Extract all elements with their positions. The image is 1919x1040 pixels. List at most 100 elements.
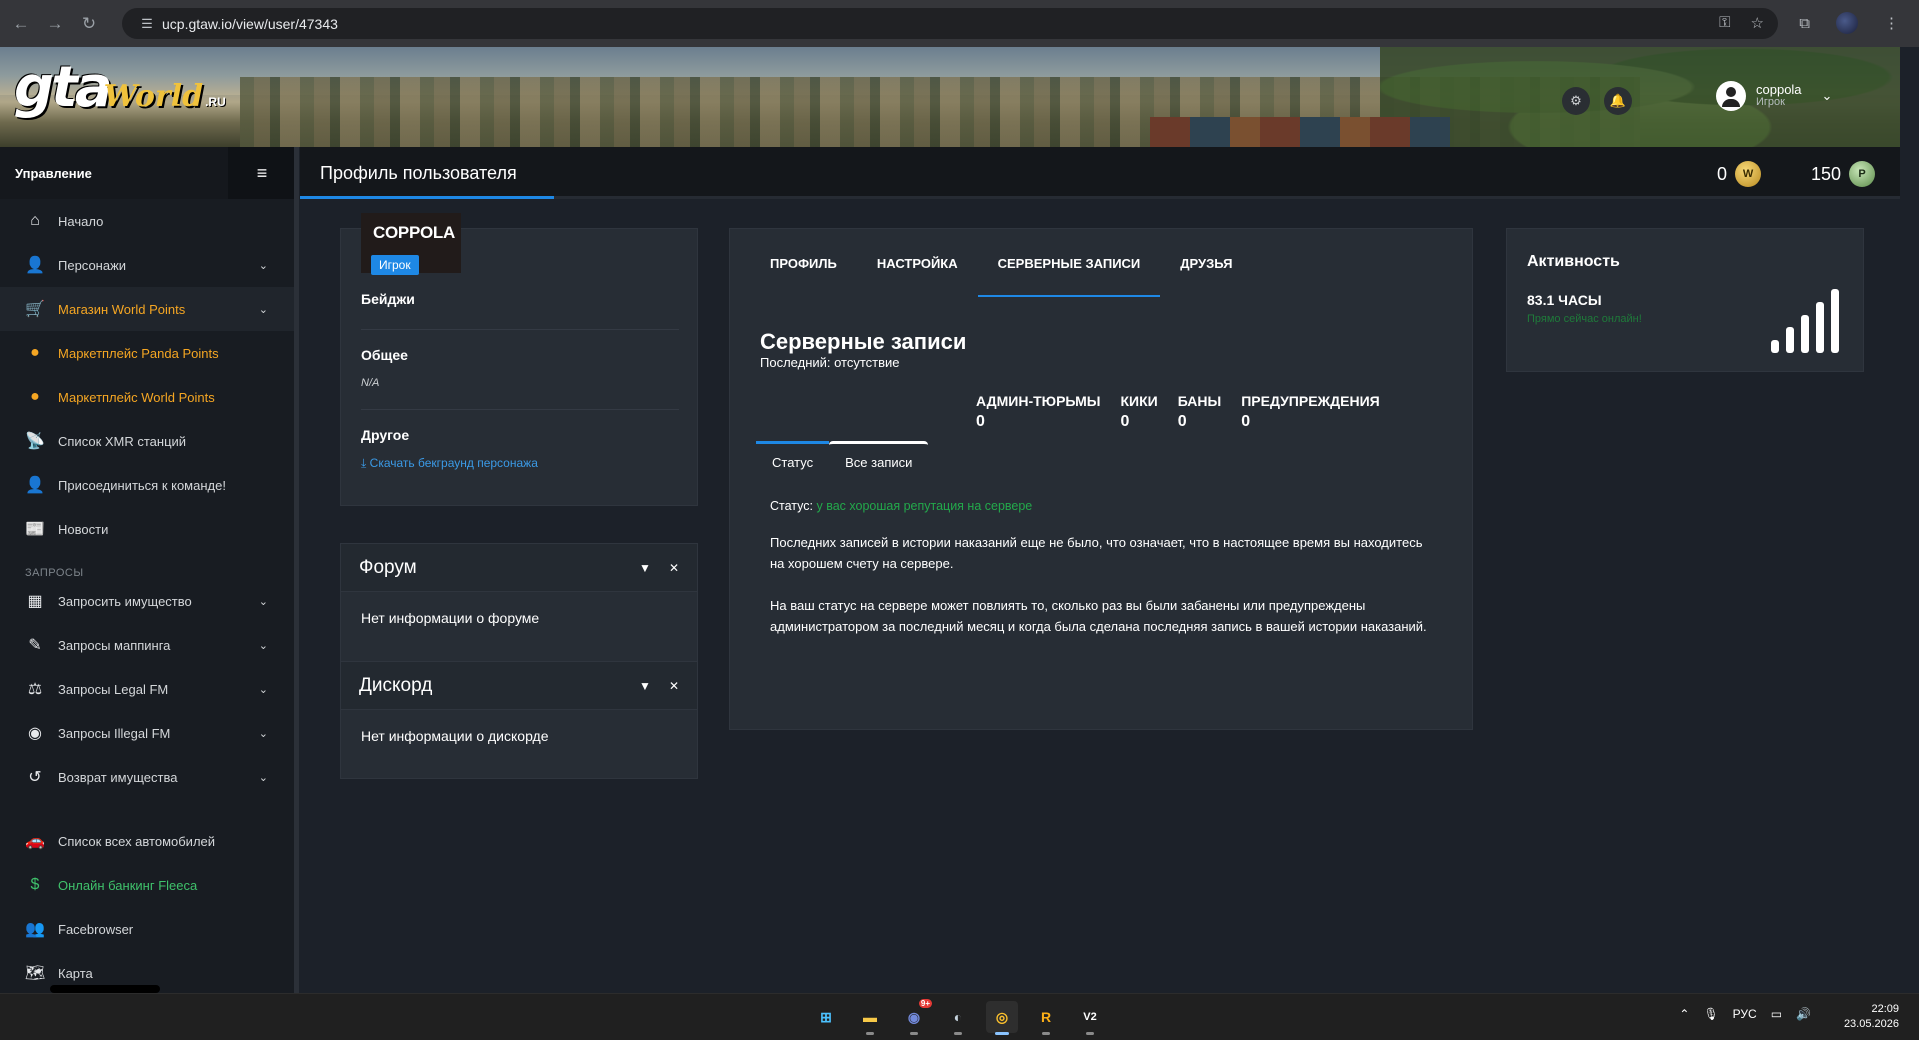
sidebar-item-characters[interactable]: 👤 Персонажи ⌄ [0, 243, 296, 287]
banner-containers [1150, 117, 1450, 147]
sidebar-item-xmr-stations[interactable]: 📡 Список XMR станций [0, 419, 296, 463]
stat-bans: БАНЫ 0 [1177, 393, 1222, 430]
chevron-down-icon[interactable]: ⌄ [1822, 88, 1833, 104]
mask-icon: ◉ [28, 725, 42, 742]
sidebar-item-legal-fm[interactable]: ⚖ Запросы Legal FM ⌄ [0, 667, 296, 711]
site-logo[interactable]: gta World .RU [14, 55, 226, 139]
sidebar-item-world-points-shop[interactable]: 🛒 Магазин World Points ⌄ [0, 287, 296, 331]
page-scrollbar[interactable] [1900, 47, 1919, 993]
sidebar-item-fleeca-banking[interactable]: $ Онлайн банкинг Fleeca [0, 863, 296, 907]
discord-icon[interactable]: ◉ 9+ [898, 999, 932, 1035]
divider [361, 329, 679, 330]
taskbar-clock[interactable]: 22:09 23.05.2026 [1844, 1002, 1899, 1032]
sidebar-item-world-marketplace[interactable]: ● Маркетплейс World Points [0, 375, 296, 419]
tab-settings[interactable]: НАСТРОЙКА [857, 229, 978, 297]
discord-body: Нет информации о дискорде [361, 728, 549, 744]
sidebar-item-all-vehicles[interactable]: 🚗 Список всех автомобилей [0, 819, 296, 863]
notification-bell-icon[interactable]: 🔔 [1604, 87, 1632, 115]
activity-title: Активность [1527, 253, 1620, 270]
site-settings-icon[interactable]: ☰ [132, 16, 162, 32]
title-underline [300, 196, 554, 199]
home-icon: ⌂ [30, 212, 40, 229]
signal-bar [1816, 302, 1824, 353]
sidebar-item-panda-marketplace[interactable]: ● Маркетплейс Panda Points [0, 331, 296, 375]
v2-app-icon[interactable]: V2 [1074, 1001, 1106, 1035]
collapse-caret-icon[interactable]: ▼ [639, 561, 651, 575]
subtab-all-records[interactable]: Все записи [829, 441, 929, 481]
url-text[interactable]: ucp.gtaw.io/view/user/47343 [162, 16, 338, 32]
panda-points-coin-icon: P [1849, 161, 1876, 187]
chevron-down-icon: ⌄ [258, 595, 268, 608]
page-title: Профиль пользователя [320, 163, 517, 183]
world-points-counter: 0 W [1717, 161, 1762, 187]
windows-start-icon[interactable]: ⊞ [810, 1001, 842, 1033]
discord-badge: 9+ [918, 999, 932, 1008]
close-icon[interactable]: ✕ [669, 561, 679, 575]
rockstar-icon[interactable]: R [1030, 1001, 1062, 1035]
status-line: Статус: у вас хорошая репутация на серве… [770, 499, 1033, 513]
cart-icon: 🛒 [25, 301, 45, 318]
sidebar-item-facebrowser[interactable]: 👥 Facebrowser [0, 907, 296, 951]
sidebar-item-home[interactable]: ⌂ Начало [0, 199, 296, 243]
other-heading: Другое [361, 427, 410, 443]
address-bar[interactable]: ☰ ucp.gtaw.io/view/user/47343 ⚿ ☆ [122, 8, 1778, 39]
sidebar-scrollbar[interactable] [294, 147, 299, 993]
stat-admin-jails: АДМИН-ТЮРЬМЫ 0 [976, 393, 1101, 430]
hamburger-menu-icon[interactable]: ≡ [228, 147, 296, 199]
download-icon: ⤓ [361, 456, 367, 470]
discord-card: Дискорд ▼ ✕ Нет информации о дискорде [340, 661, 698, 779]
collapse-caret-icon[interactable]: ▼ [639, 679, 651, 693]
forum-card: Форум ▼ ✕ Нет информации о форуме [340, 543, 698, 663]
tray-expand-icon[interactable]: ⌃ [1679, 1007, 1689, 1021]
steam-icon[interactable]: ◐ [942, 1001, 974, 1035]
user-role: Игрок [1756, 96, 1785, 108]
browser-menu-icon[interactable]: ⋮ [1884, 14, 1899, 32]
user-menu[interactable]: coppola Игрок ⌄ [1716, 81, 1832, 111]
role-badge: Игрок [371, 255, 419, 275]
chevron-down-icon: ⌄ [258, 771, 268, 784]
chevron-down-icon: ⌄ [258, 259, 268, 272]
antenna-icon: 📡 [25, 433, 45, 450]
os-taskbar: ⊞ ▬ ◉ 9+ ◐ ◎ R V2 ⌃ 🎙 РУС ▭ 🔊 22:09 23.05… [0, 993, 1919, 1040]
back-icon[interactable]: ← [8, 11, 34, 37]
activity-card: Активность 83.1 ЧАСЫ Прямо сейчас онлайн… [1506, 228, 1864, 372]
sidebar-item-mapping-requests[interactable]: ✎ Запросы маппинга ⌄ [0, 623, 296, 667]
sidebar-title: Управление [15, 165, 92, 181]
sidebar-item-request-property[interactable]: ▦ Запросить имущество ⌄ [0, 579, 296, 623]
microphone-icon[interactable]: 🎙 [1703, 1007, 1718, 1021]
chevron-down-icon: ⌄ [258, 639, 268, 652]
network-icon[interactable]: ▭ [1771, 1007, 1782, 1021]
discord-title: Дискорд [359, 674, 433, 696]
chrome-icon[interactable]: ◎ [986, 1001, 1018, 1035]
settings-gear-icon[interactable]: ⚙ [1562, 87, 1590, 115]
signal-bar [1786, 327, 1794, 353]
file-explorer-icon[interactable]: ▬ [854, 1001, 886, 1035]
sidebar-item-news[interactable]: 📰 Новости [0, 507, 296, 551]
download-background-link[interactable]: ⤓ Скачать бекграунд персонажа [361, 456, 538, 471]
world-points-coin-icon: W [1735, 161, 1762, 187]
bookmark-star-icon[interactable]: ☆ [1751, 14, 1764, 32]
sidebar-section-requests: ЗАПРОСЫ [25, 567, 84, 579]
sidebar-item-property-return[interactable]: ↺ Возврат имущества ⌄ [0, 755, 296, 799]
reload-icon[interactable]: ↻ [76, 11, 102, 37]
tab-server-records[interactable]: СЕРВЕРНЫЕ ЗАПИСИ [977, 229, 1161, 297]
tab-profile[interactable]: ПРОФИЛЬ [750, 229, 857, 297]
sidebar-item-illegal-fm[interactable]: ◉ Запросы Illegal FM ⌄ [0, 711, 296, 755]
coins-icon: ● [30, 388, 40, 405]
section-subtitle: Последний: отсутствие [760, 355, 900, 370]
extensions-icon[interactable]: ⧉ [1799, 15, 1810, 32]
volume-icon[interactable]: 🔊 [1796, 1007, 1811, 1021]
section-title: Серверные записи [760, 329, 967, 354]
forward-icon[interactable]: → [42, 11, 68, 37]
car-icon: 🚗 [25, 833, 45, 850]
key-icon[interactable]: ⚿ [1719, 14, 1730, 32]
tab-friends[interactable]: ДРУЗЬЯ [1160, 229, 1252, 297]
online-status: Прямо сейчас онлайн! [1527, 313, 1642, 325]
browser-profile-avatar[interactable] [1836, 12, 1858, 34]
language-indicator[interactable]: РУС [1733, 1007, 1757, 1021]
sidebar-item-join-team[interactable]: 👤 Присоединиться к команде! [0, 463, 296, 507]
subtab-status[interactable]: Статус [756, 441, 830, 481]
general-value: N/A [361, 377, 380, 389]
close-icon[interactable]: ✕ [669, 679, 679, 693]
records-subtabs: Статус Все записи [756, 441, 929, 481]
